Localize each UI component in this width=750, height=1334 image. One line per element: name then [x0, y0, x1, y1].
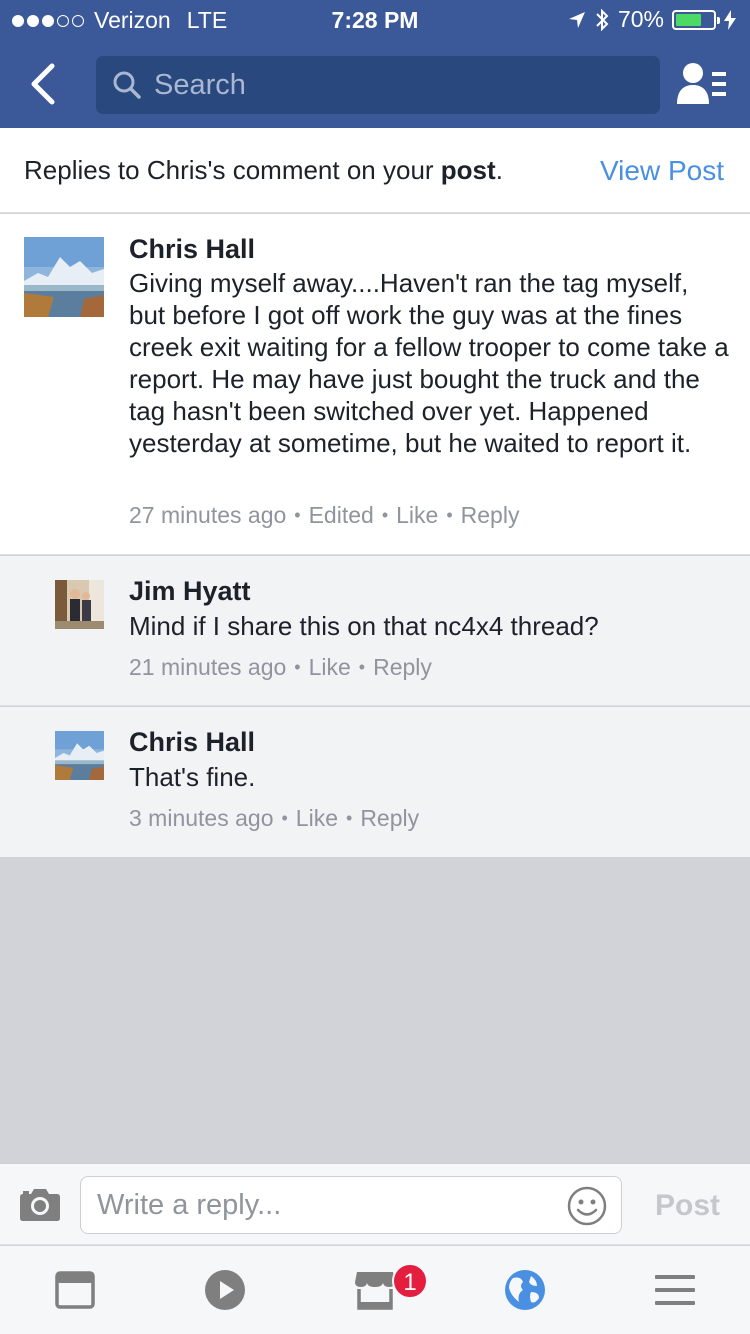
notification-badge: 1 — [392, 1263, 428, 1299]
dot-separator: • — [294, 505, 301, 525]
reply-meta: 3 minutes ago • Like • Reply — [129, 805, 419, 832]
reply-button[interactable]: Reply — [373, 654, 432, 681]
reply: Jim Hyatt Mind if I share this on that n… — [0, 556, 750, 706]
reply-timestamp: 3 minutes ago — [129, 805, 274, 831]
search-icon — [113, 71, 141, 99]
avatar[interactable] — [24, 237, 104, 317]
comment-timestamp: 27 minutes ago — [129, 502, 287, 528]
like-button[interactable]: Like — [396, 502, 438, 529]
status-bar: Verizon LTE 7:28 PM 70% — [0, 0, 750, 40]
replies-header: Replies to Chris's comment on your post.… — [0, 128, 750, 213]
reply-composer: Post — [0, 1163, 750, 1245]
reply-text: That's fine. — [129, 762, 256, 792]
dot-separator: • — [346, 808, 353, 828]
reply-meta: 21 minutes ago • Like • Reply — [129, 654, 432, 681]
charging-bolt-icon — [724, 9, 736, 30]
edited-label[interactable]: Edited — [309, 502, 374, 529]
navigation-bar — [0, 40, 750, 128]
reply: Chris Hall That's fine. 3 minutes ago • … — [0, 707, 750, 857]
post-button[interactable]: Post — [655, 1189, 720, 1223]
replies-header-text: Replies to Chris's comment on your post. — [24, 155, 503, 185]
reply-author[interactable]: Chris Hall — [129, 727, 255, 758]
reply-button[interactable]: Reply — [461, 502, 520, 529]
comment: Chris Hall Giving myself away....Haven't… — [0, 214, 750, 555]
video-icon[interactable] — [203, 1268, 247, 1312]
comment-meta: 27 minutes ago • Edited • Like • Reply — [129, 502, 519, 529]
reply-button[interactable]: Reply — [360, 805, 419, 832]
friend-requests-icon[interactable] — [676, 60, 728, 108]
notifications-globe-icon[interactable] — [503, 1268, 547, 1312]
reply-input[interactable] — [97, 1188, 547, 1222]
view-post-link[interactable]: View Post — [600, 155, 724, 187]
dot-separator: • — [381, 505, 389, 525]
search-input[interactable] — [154, 68, 634, 102]
reply-text: Mind if I share this on that nc4x4 threa… — [129, 611, 599, 641]
emoji-icon[interactable] — [567, 1186, 607, 1226]
search-bar[interactable] — [96, 56, 660, 114]
battery-percent: 70% — [617, 6, 664, 32]
marketplace-icon[interactable] — [353, 1268, 397, 1312]
comment-text: Giving myself away....Haven't ran the ta… — [129, 268, 729, 458]
like-button[interactable]: Like — [309, 654, 351, 681]
reply-author[interactable]: Jim Hyatt — [129, 576, 251, 607]
news-feed-icon[interactable] — [53, 1268, 97, 1312]
battery-icon — [672, 9, 720, 30]
more-menu-icon[interactable] — [653, 1268, 697, 1312]
dot-separator: • — [294, 657, 301, 677]
location-arrow-icon — [568, 11, 585, 28]
dot-separator: • — [281, 808, 288, 828]
tab-bar: 1 — [0, 1246, 750, 1334]
post-word: post — [440, 155, 496, 185]
bluetooth-icon — [596, 8, 609, 31]
reply-field[interactable] — [80, 1176, 622, 1234]
dot-separator: • — [446, 505, 453, 525]
avatar[interactable] — [55, 731, 104, 780]
reply-timestamp: 21 minutes ago — [129, 654, 287, 680]
dot-separator: • — [358, 657, 366, 677]
avatar[interactable] — [55, 580, 104, 629]
camera-icon[interactable] — [19, 1186, 61, 1222]
back-icon[interactable] — [24, 62, 64, 106]
comment-author[interactable]: Chris Hall — [129, 234, 255, 265]
like-button[interactable]: Like — [296, 805, 338, 832]
top-bar: Verizon LTE 7:28 PM 70% — [0, 0, 750, 128]
